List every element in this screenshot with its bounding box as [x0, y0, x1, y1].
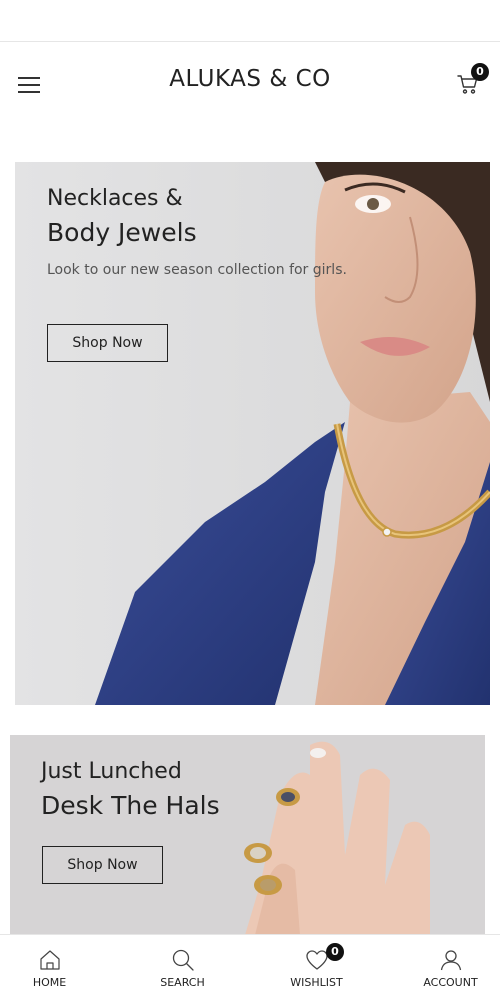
promo-banner-rings[interactable]: Just Lunched Desk The Hals Shop Now [10, 735, 485, 935]
banner-title: Desk The Hals [41, 791, 220, 820]
wishlist-count-badge: 0 [326, 943, 344, 961]
nav-search[interactable]: SEARCH [120, 935, 245, 1000]
status-bar [0, 0, 500, 42]
search-icon [172, 949, 194, 971]
banner-eyebrow: Necklaces & [47, 186, 183, 211]
nav-search-label: SEARCH [160, 976, 205, 989]
shop-now-button[interactable]: Shop Now [47, 324, 168, 362]
home-icon [39, 950, 60, 970]
user-icon [440, 950, 461, 971]
shop-now-button[interactable]: Shop Now [42, 846, 163, 884]
cart-count-badge: 0 [471, 63, 489, 81]
banner-subtitle: Look to our new season collection for gi… [47, 262, 347, 278]
nav-wishlist[interactable]: 0 WISHLIST [254, 935, 379, 1000]
nav-home[interactable]: HOME [0, 935, 112, 1000]
site-header: ALUKAS & CO 0 [0, 42, 500, 128]
nav-account[interactable]: ACCOUNT [388, 935, 500, 1000]
banner-eyebrow: Just Lunched [41, 759, 182, 784]
bottom-navigation: HOME SEARCH 0 WISHLIST ACCOUNT [0, 934, 500, 1000]
nav-wishlist-label: WISHLIST [290, 976, 343, 989]
banner-title: Body Jewels [47, 218, 197, 247]
cart-button[interactable]: 0 [456, 63, 489, 98]
site-logo[interactable]: ALUKAS & CO [0, 66, 500, 92]
nav-account-label: ACCOUNT [423, 976, 478, 989]
nav-home-label: HOME [32, 976, 67, 989]
hero-banner-necklaces[interactable]: Necklaces & Body Jewels Look to our new … [15, 162, 490, 705]
